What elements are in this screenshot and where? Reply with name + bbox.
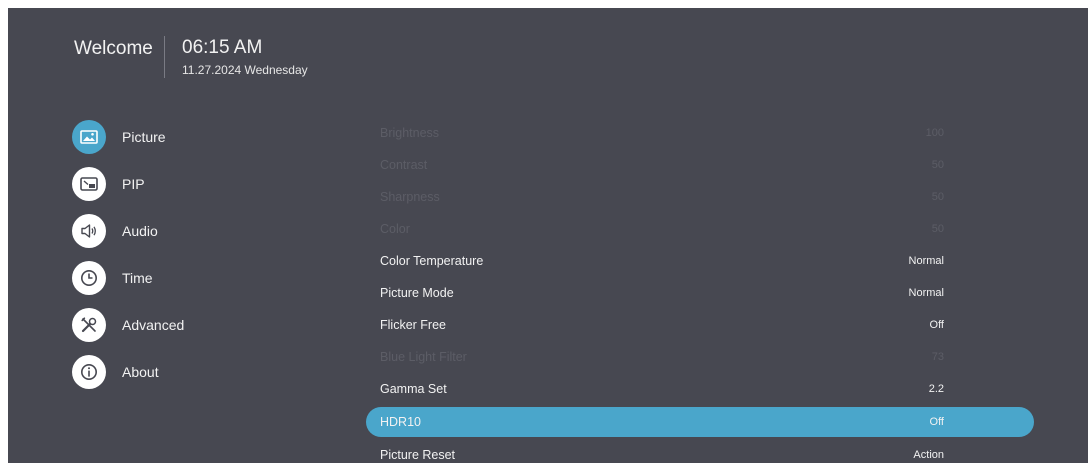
- setting-row-color: Color 50: [366, 214, 1034, 244]
- setting-value: Off: [929, 319, 944, 331]
- sidebar-item-label: PIP: [122, 176, 145, 192]
- header-divider: [164, 36, 165, 78]
- setting-value: Action: [913, 449, 944, 461]
- setting-value: Normal: [908, 287, 944, 299]
- setting-row-color-temperature[interactable]: Color Temperature Normal: [366, 246, 1034, 276]
- sidebar-item-label: Time: [122, 270, 153, 286]
- sidebar-item-time[interactable]: Time: [72, 261, 272, 297]
- setting-row-flicker-free[interactable]: Flicker Free Off: [366, 310, 1034, 340]
- setting-row-brightness: Brightness 100: [366, 118, 1034, 148]
- setting-label: Picture Mode: [380, 286, 454, 300]
- setting-value: 50: [931, 191, 944, 203]
- setting-value: 73: [931, 351, 944, 363]
- setting-label: Picture Reset: [380, 448, 456, 462]
- setting-value: 50: [931, 223, 944, 235]
- info-icon: [72, 355, 106, 389]
- setting-row-picture-reset[interactable]: Picture Reset Action: [366, 440, 1034, 463]
- sidebar-item-advanced[interactable]: Advanced: [72, 308, 272, 344]
- sidebar-item-label: Audio: [122, 223, 158, 239]
- setting-value: Off: [929, 416, 944, 428]
- clock-time: 06:15 AM: [182, 37, 263, 58]
- setting-label: Sharpness: [380, 190, 440, 204]
- setting-value: 2.2: [928, 383, 944, 395]
- sidebar-item-audio[interactable]: Audio: [72, 214, 272, 250]
- setting-label: Color: [380, 222, 410, 236]
- setting-row-blue-light-filter: Blue Light Filter 73: [366, 342, 1034, 372]
- setting-value: 50: [931, 159, 944, 171]
- tools-icon: [72, 308, 106, 342]
- setting-label: HDR10: [380, 415, 421, 429]
- sidebar-item-label: Advanced: [122, 317, 185, 333]
- sidebar-item-picture[interactable]: Picture: [72, 120, 272, 156]
- speaker-icon: [72, 214, 106, 248]
- setting-label: Blue Light Filter: [380, 350, 467, 364]
- setting-label: Flicker Free: [380, 318, 446, 332]
- sidebar-item-about[interactable]: About: [72, 355, 272, 391]
- setting-value: 100: [925, 127, 944, 139]
- pip-icon: [72, 167, 106, 201]
- picture-icon: [72, 120, 106, 154]
- sidebar-item-pip[interactable]: PIP: [72, 167, 272, 203]
- setting-label: Contrast: [380, 158, 428, 172]
- setting-label: Brightness: [380, 126, 440, 140]
- setting-row-contrast: Contrast 50: [366, 150, 1034, 180]
- setting-row-gamma-set[interactable]: Gamma Set 2.2: [366, 374, 1034, 404]
- setting-row-hdr10[interactable]: HDR10 Off: [366, 407, 1034, 437]
- sidebar-item-label: Picture: [122, 129, 166, 145]
- setting-label: Gamma Set: [380, 382, 447, 396]
- setting-value: Normal: [908, 255, 944, 267]
- clock-date: 11.27.2024 Wednesday: [182, 63, 308, 77]
- sidebar-item-label: About: [122, 364, 159, 380]
- setting-row-sharpness: Sharpness 50: [366, 182, 1034, 212]
- welcome-title: Welcome: [74, 38, 153, 59]
- settings-screen: Welcome 06:15 AM 11.27.2024 Wednesday Pi…: [8, 8, 1088, 463]
- setting-label: Color Temperature: [380, 254, 484, 268]
- setting-row-picture-mode[interactable]: Picture Mode Normal: [366, 278, 1034, 308]
- clock-icon: [72, 261, 106, 295]
